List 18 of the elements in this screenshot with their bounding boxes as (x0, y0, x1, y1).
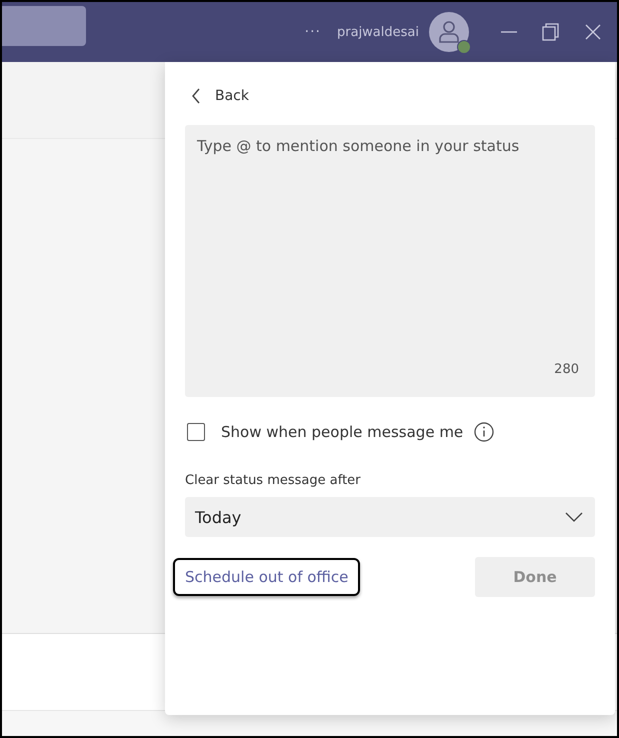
info-icon[interactable] (473, 421, 496, 443)
chevron-left-icon (191, 88, 201, 104)
avatar[interactable] (429, 12, 469, 52)
username: prajwaldesai (337, 24, 419, 40)
person-icon (438, 20, 460, 44)
chevron-down-icon (565, 512, 583, 522)
more-options-button[interactable]: ··· (304, 24, 321, 40)
clear-after-dropdown[interactable]: Today (185, 497, 595, 537)
character-counter: 280 (554, 362, 579, 377)
presence-dot (457, 40, 471, 54)
checkbox[interactable] (187, 423, 205, 441)
search-field[interactable] (2, 6, 86, 46)
checkbox-label: Show when people message me (221, 423, 464, 441)
schedule-out-of-office-link[interactable]: Schedule out of office (173, 558, 360, 596)
close-icon[interactable] (583, 22, 603, 42)
back-button[interactable]: Back (185, 84, 249, 108)
field-label: Clear status message after (185, 473, 362, 488)
restore-icon[interactable] (541, 22, 561, 42)
